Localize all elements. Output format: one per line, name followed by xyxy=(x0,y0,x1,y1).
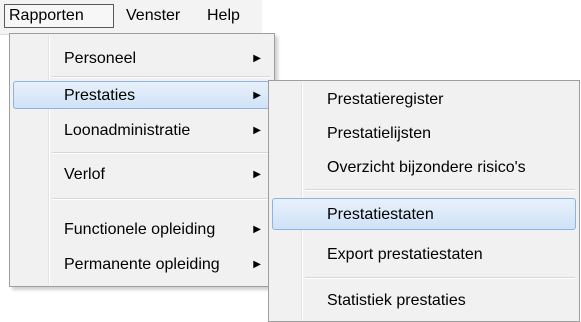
menu-item-label: Prestaties xyxy=(64,87,136,104)
menu-item-verlof[interactable]: Verlof ▶ xyxy=(13,160,271,188)
menu-item-label: Verlof xyxy=(64,166,105,183)
submenu-arrow-icon: ▶ xyxy=(253,125,261,136)
submenu-arrow-icon: ▶ xyxy=(253,53,261,64)
submenu-item-prestatiestaten[interactable]: Prestatiestaten xyxy=(272,198,576,230)
submenu-arrow-icon: ▶ xyxy=(253,224,261,235)
submenu-item-prestatielijsten[interactable]: Prestatielijsten xyxy=(272,117,576,149)
submenu-arrow-icon: ▶ xyxy=(253,259,261,270)
menu-item-personeel[interactable]: Personeel ▶ xyxy=(13,44,271,72)
menu-help[interactable]: Help xyxy=(203,4,244,28)
rapporten-dropdown: Personeel ▶ Prestaties ▶ Loonadministrat… xyxy=(9,33,275,287)
menu-separator xyxy=(305,277,575,279)
menu-item-loonadministratie[interactable]: Loonadministratie ▶ xyxy=(13,116,271,144)
menu-item-functionele-opleiding[interactable]: Functionele opleiding ▶ xyxy=(13,215,271,243)
menu-separator xyxy=(52,198,270,200)
application-window: Rapporten Venster Help Personeel ▶ Prest… xyxy=(0,0,581,322)
submenu-item-label: Export prestatiestaten xyxy=(327,246,483,263)
submenu-item-prestatieregister[interactable]: Prestatieregister xyxy=(272,83,576,115)
submenu-item-label: Overzicht bijzondere risico's xyxy=(327,159,526,176)
prestaties-submenu: Prestatieregister Prestatielijsten Overz… xyxy=(268,80,580,322)
menu-item-label: Loonadministratie xyxy=(64,122,191,139)
submenu-item-statistiek-prestaties[interactable]: Statistiek prestaties xyxy=(272,284,576,316)
menu-item-label: Functionele opleiding xyxy=(64,221,216,238)
menu-item-label: Personeel xyxy=(64,50,137,67)
submenu-arrow-icon: ▶ xyxy=(253,169,261,180)
menu-rapporten[interactable]: Rapporten xyxy=(4,4,114,28)
menu-item-prestaties[interactable]: Prestaties ▶ xyxy=(13,81,271,109)
submenu-item-overzicht-bijzondere-risicos[interactable]: Overzicht bijzondere risico's xyxy=(272,151,576,183)
menu-item-permanente-opleiding[interactable]: Permanente opleiding ▶ xyxy=(13,250,271,278)
menu-separator xyxy=(305,189,575,191)
submenu-item-label: Prestatiestaten xyxy=(327,206,434,223)
submenu-item-label: Prestatielijsten xyxy=(327,125,432,142)
submenu-arrow-icon: ▶ xyxy=(253,90,261,101)
menu-bar: Rapporten Venster Help xyxy=(0,0,262,35)
submenu-item-label: Prestatieregister xyxy=(327,91,444,108)
submenu-item-export-prestatiestaten[interactable]: Export prestatiestaten xyxy=(272,238,576,270)
menu-item-label: Permanente opleiding xyxy=(64,256,220,273)
menu-venster[interactable]: Venster xyxy=(122,4,184,28)
menu-separator xyxy=(52,76,270,78)
submenu-item-label: Statistiek prestaties xyxy=(327,292,466,309)
menu-separator xyxy=(52,152,270,154)
